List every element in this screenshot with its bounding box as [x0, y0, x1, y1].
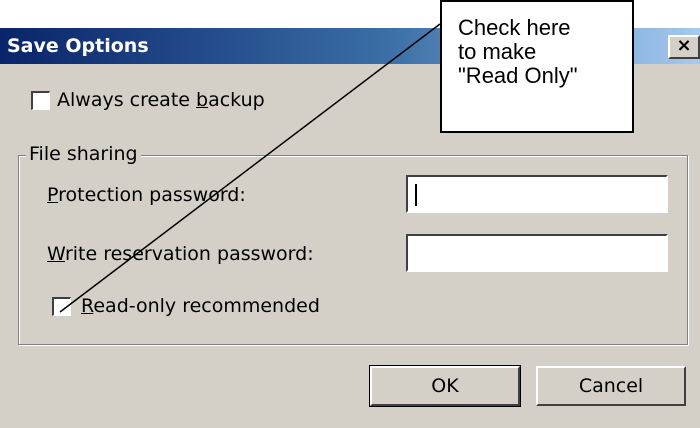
ok-button[interactable]: OK: [369, 365, 521, 407]
write-reservation-password-accesskey: W: [47, 243, 65, 265]
write-reservation-password-input[interactable]: [406, 234, 668, 272]
cancel-button[interactable]: Cancel: [536, 366, 686, 406]
protection-password-accesskey: P: [47, 184, 59, 206]
protection-password-label-text: rotection password:: [58, 184, 246, 206]
read-only-recommended-checkbox[interactable]: [52, 297, 71, 316]
always-create-backup-accesskey: b: [196, 89, 209, 111]
close-icon: ×: [676, 35, 692, 56]
close-button[interactable]: ×: [668, 35, 700, 59]
callout-line-1: Check here: [458, 15, 571, 40]
dialog-title: Save Options: [7, 35, 149, 57]
callout-line-3: "Read Only": [458, 63, 578, 88]
write-reservation-password-label: Write reservation password:: [47, 243, 314, 265]
always-create-backup-label-text: Always create: [57, 89, 196, 111]
text-caret: [415, 184, 417, 206]
callout-line-2: to make: [458, 39, 537, 64]
read-only-recommended-label[interactable]: Read-only recommended: [81, 295, 320, 317]
file-sharing-legend: File sharing: [26, 143, 141, 165]
always-create-backup-label-text-rest: ackup: [208, 89, 265, 111]
always-create-backup-checkbox[interactable]: [31, 91, 50, 110]
always-create-backup-label[interactable]: Always create backup: [57, 89, 265, 111]
read-only-recommended-accesskey: R: [81, 295, 94, 317]
read-only-recommended-label-text: ead-only recommended: [93, 295, 320, 317]
callout-box: Check here to make "Read Only": [440, 0, 634, 133]
protection-password-input[interactable]: [406, 175, 668, 213]
protection-password-label: Protection password:: [47, 184, 246, 206]
write-reservation-password-label-text: rite reservation password:: [64, 243, 314, 265]
